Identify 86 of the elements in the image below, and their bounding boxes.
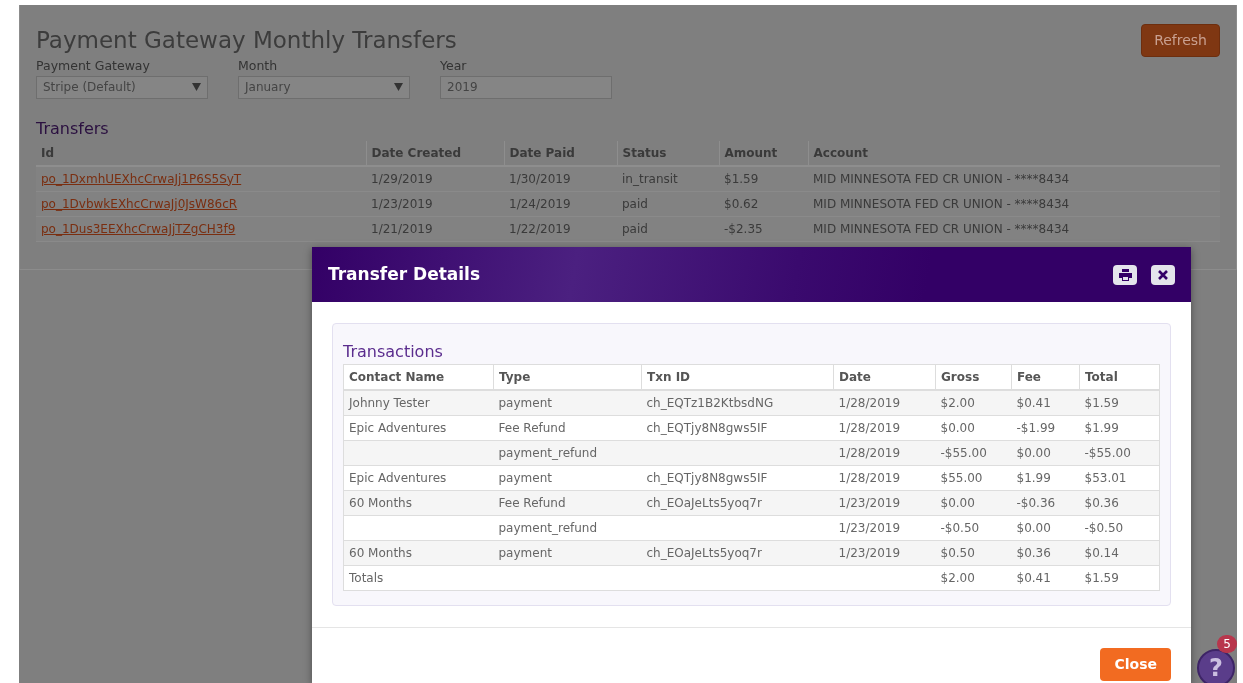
table-cell: 1/28/2019	[833, 440, 936, 466]
table-cell: $0.62	[719, 191, 808, 217]
page-title: Payment Gateway Monthly Transfers	[36, 27, 457, 55]
table-cell: 1/23/2019	[833, 515, 936, 541]
table-cell: $0.14	[1079, 540, 1160, 566]
table-cell: ch_EOaJeLts5yoq7r	[641, 490, 834, 516]
table-cell: paid	[617, 191, 719, 217]
close-icon	[1158, 269, 1168, 280]
transfer-link[interactable]: po_1Dus3EEXhcCrwaJjTZgCH3f9	[41, 221, 236, 236]
table-cell: -$0.50	[1079, 515, 1160, 541]
notification-badge: 5	[1217, 635, 1237, 653]
column-header: Date Created	[366, 140, 504, 166]
table-cell: $1.99	[1079, 415, 1160, 441]
table-cell: 1/23/2019	[833, 490, 936, 516]
table-cell: payment	[493, 540, 642, 566]
table-cell: Totals	[343, 565, 494, 591]
table-cell: Fee Refund	[493, 490, 642, 516]
table-cell: 1/21/2019	[366, 216, 504, 242]
section-title: Transactions	[343, 341, 444, 363]
table-cell: $2.00	[935, 565, 1012, 591]
table-cell: payment	[493, 390, 642, 416]
table-cell: 1/30/2019	[504, 165, 617, 192]
table-cell: $0.00	[935, 415, 1012, 441]
table-cell: $1.99	[1011, 465, 1080, 491]
table-cell: $55.00	[935, 465, 1012, 491]
table-cell: -$1.99	[1011, 415, 1080, 441]
table-cell: -$0.50	[935, 515, 1012, 541]
table-cell: MID MINNESOTA FED CR UNION - ****8434	[808, 165, 1220, 192]
column-header: Amount	[719, 140, 808, 166]
printer-icon	[1118, 268, 1132, 281]
column-header: Id	[36, 140, 366, 166]
caret-icon	[394, 83, 403, 92]
table-cell: ch_EQTz1B2KtbsdNG	[641, 390, 834, 416]
table-cell: ch_EQTjy8N8gws5IF	[641, 465, 834, 491]
table-cell: ch_EOaJeLts5yoq7r	[641, 540, 834, 566]
table-cell: MID MINNESOTA FED CR UNION - ****8434	[808, 191, 1220, 217]
field-label: Payment Gateway	[36, 57, 151, 75]
field-label: Month	[238, 57, 279, 75]
help-button[interactable]: ?	[1197, 649, 1235, 683]
table-cell: 1/22/2019	[504, 216, 617, 242]
caret-icon	[192, 83, 201, 92]
table-cell: 1/28/2019	[833, 390, 936, 416]
table-cell: $0.41	[1011, 565, 1080, 591]
table-cell: $53.01	[1079, 465, 1160, 491]
modal-title: Transfer Details	[328, 262, 481, 286]
refresh-button[interactable]: Refresh	[1141, 24, 1220, 57]
table-cell: $0.36	[1079, 490, 1160, 516]
table-cell: -$55.00	[1079, 440, 1160, 466]
column-header: Status	[617, 140, 719, 166]
table-cell: $1.59	[719, 165, 808, 192]
table-cell: paid	[617, 216, 719, 242]
table-cell: payment	[493, 465, 642, 491]
dropdown[interactable]: January	[238, 75, 410, 99]
print-button[interactable]	[1113, 264, 1137, 285]
table-cell: 1/24/2019	[504, 191, 617, 217]
column-header: Date Paid	[504, 140, 617, 166]
table-cell: payment_refund	[493, 515, 642, 541]
table-cell: MID MINNESOTA FED CR UNION - ****8434	[808, 216, 1220, 242]
table-cell: $1.59	[1079, 390, 1160, 416]
dropdown[interactable]: Stripe (Default)	[36, 75, 208, 99]
table-cell: in_transit	[617, 165, 719, 192]
table-cell: ch_EQTjy8N8gws5IF	[641, 415, 834, 441]
transfer-link[interactable]: po_1DxmhUEXhcCrwaJj1P6S5SyT	[41, 171, 242, 186]
field-label: Year	[440, 57, 468, 75]
table-cell: Fee Refund	[493, 415, 642, 441]
table-cell: $1.59	[1079, 565, 1160, 591]
table-cell: 1/28/2019	[833, 465, 936, 491]
table-cell: Epic Adventures	[343, 415, 494, 441]
input-field[interactable]: 2019	[440, 75, 612, 99]
table-cell: $2.00	[935, 390, 1012, 416]
close-button[interactable]	[1151, 264, 1175, 285]
table-cell: $0.00	[1011, 515, 1080, 541]
table-cell: Johnny Tester	[343, 390, 494, 416]
table-cell: Epic Adventures	[343, 465, 494, 491]
table-cell: 1/23/2019	[833, 540, 936, 566]
transfer-link[interactable]: po_1DvbwkEXhcCrwaJj0JsW86cR	[41, 196, 238, 211]
table-cell: 1/29/2019	[366, 165, 504, 192]
table-cell: 1/23/2019	[366, 191, 504, 217]
table-cell: 60 Months	[343, 540, 494, 566]
table-cell: 1/28/2019	[833, 415, 936, 441]
column-header: Account	[808, 140, 1220, 166]
table-cell: 60 Months	[343, 490, 494, 516]
table-cell: -$2.35	[719, 216, 808, 242]
close-button[interactable]: Close	[1100, 648, 1171, 681]
table-cell: payment_refund	[493, 440, 642, 466]
section-title: Transfers	[36, 117, 110, 140]
